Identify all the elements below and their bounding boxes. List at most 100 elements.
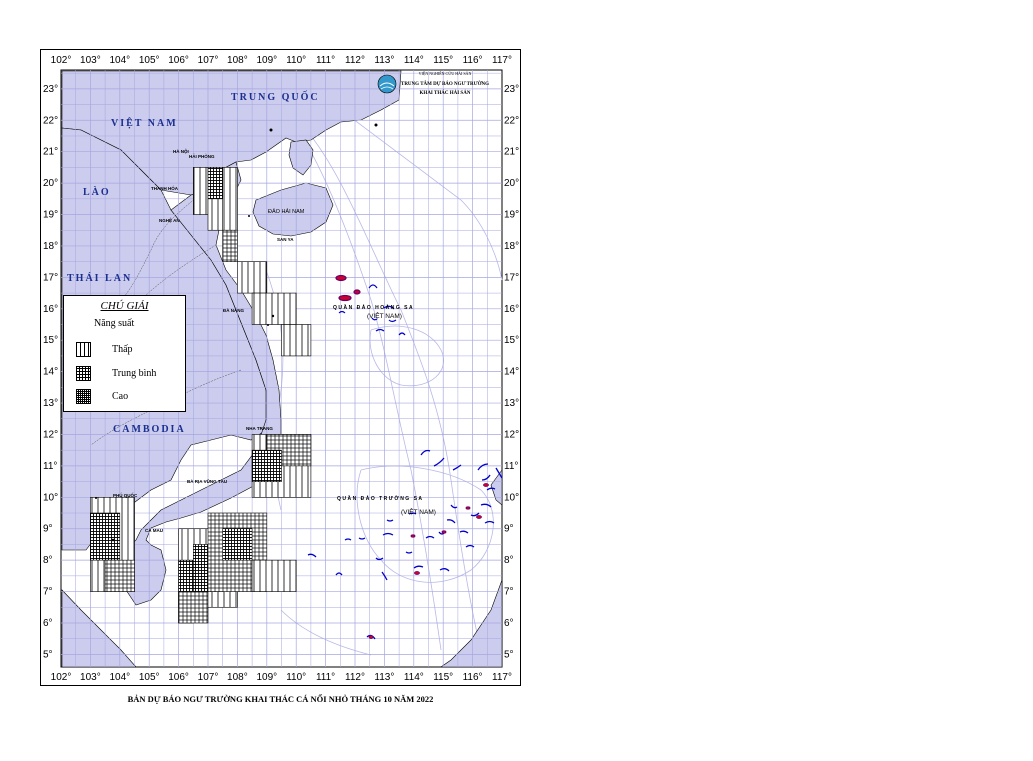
- label-hoangsa-sub: (VIỆT NAM): [367, 311, 402, 320]
- lon-tick-bottom: 112°: [345, 672, 365, 683]
- lon-tick-bottom: 116°: [463, 672, 483, 683]
- label-nhatrang: NHA TRANG: [246, 426, 273, 431]
- high-productivity-swatch: [76, 389, 91, 404]
- lat-tick-left: 20°: [43, 178, 58, 189]
- org-line3: KHAI THÁC HẢI SẢN: [420, 90, 471, 96]
- label-nghean: NGHỆ AN: [159, 216, 180, 223]
- legend-item-high: Cao: [76, 389, 186, 405]
- lat-tick-left: 15°: [43, 335, 58, 346]
- label-thailand: THÁI LAN: [67, 272, 132, 284]
- label-danang: ĐÀ NẴNG: [223, 307, 244, 313]
- lat-tick-left: 21°: [43, 147, 58, 158]
- medium-productivity-swatch: [76, 366, 91, 381]
- legend-label-high: Cao: [112, 391, 129, 402]
- lat-tick-right: 5°: [504, 649, 514, 660]
- lat-tick-left: 11°: [43, 461, 57, 472]
- lat-tick-right: 23°: [504, 84, 519, 95]
- label-laos: LÀO: [83, 186, 111, 198]
- lon-tick-bottom: 106°: [168, 672, 189, 683]
- forecast-zone-high: [90, 512, 121, 561]
- label-thanhhoa: THANH HÓA: [151, 184, 179, 191]
- lon-tick-top: 114°: [404, 55, 424, 66]
- lat-tick-right: 20°: [504, 178, 519, 189]
- lon-tick-top: 106°: [168, 55, 189, 66]
- lat-tick-left: 9°: [43, 524, 53, 535]
- lon-tick-bottom: 104°: [109, 672, 130, 683]
- org-line2: TRUNG TÂM DỰ BÁO NGƯ TRƯỜNG: [401, 81, 489, 87]
- lon-tick-top: 116°: [463, 55, 483, 66]
- label-camau: CÀ MAU: [145, 527, 163, 533]
- label-truongsa-sub: (VIỆT NAM): [401, 507, 436, 516]
- lat-tick-left: 5°: [43, 649, 53, 660]
- lat-tick-left: 17°: [43, 272, 58, 283]
- lat-tick-left: 6°: [43, 618, 53, 629]
- lat-tick-left: 8°: [43, 555, 53, 566]
- lat-tick-right: 9°: [504, 524, 514, 535]
- label-bariavungtau: BÀ RỊA VŨNG TÀU: [187, 478, 227, 484]
- lon-tick-top: 108°: [227, 55, 248, 66]
- lon-tick-top: 102°: [51, 55, 72, 66]
- lon-tick-bottom: 113°: [374, 672, 394, 683]
- lon-tick-bottom: 115°: [433, 672, 453, 683]
- lat-tick-left: 7°: [43, 587, 53, 598]
- lat-tick-right: 16°: [504, 304, 519, 315]
- lat-tick-left: 23°: [43, 84, 58, 95]
- label-hanoi: HÀ NỘI: [173, 147, 189, 154]
- lon-tick-bottom: 107°: [198, 672, 219, 683]
- lat-tick-right: 21°: [504, 147, 519, 158]
- lon-tick-top: 103°: [80, 55, 101, 66]
- lat-tick-right: 17°: [504, 272, 519, 283]
- lon-tick-top: 109°: [256, 55, 277, 66]
- lon-tick-bottom: 110°: [286, 672, 306, 683]
- legend-subtitle: Năng suất: [94, 318, 135, 329]
- forecast-zone-low: [222, 167, 238, 231]
- lat-tick-right: 11°: [504, 461, 518, 472]
- label-truongsa: QUẦN ĐẢO TRƯỜNG SA: [337, 494, 424, 502]
- lat-tick-left: 14°: [43, 367, 58, 378]
- forecast-zone-low: [193, 167, 209, 215]
- lon-tick-top: 110°: [286, 55, 306, 66]
- legend-item-low: Thấp: [76, 342, 186, 358]
- lat-tick-left: 10°: [43, 492, 58, 503]
- legend-item-medium: Trung bình: [76, 366, 186, 382]
- low-productivity-swatch: [76, 342, 91, 357]
- org-line1: VIỆN NGHIÊN CỨU HẢI SẢN: [419, 71, 472, 76]
- lat-tick-right: 18°: [504, 241, 519, 252]
- lat-tick-left: 19°: [43, 210, 58, 221]
- map-caption: BẢN DỰ BÁO NGƯ TRƯỜNG KHAI THÁC CÁ NỔI N…: [127, 694, 434, 704]
- lon-tick-top: 112°: [345, 55, 365, 66]
- legend-label-low: Thấp: [112, 344, 133, 355]
- forecast-zone-high: [207, 167, 223, 200]
- lat-tick-right: 14°: [504, 367, 519, 378]
- legend-title: CHÚ GIẢI: [100, 300, 149, 312]
- forecast-zone-low: [237, 261, 268, 294]
- lon-tick-top: 117°: [492, 55, 512, 66]
- lon-tick-bottom: 105°: [139, 672, 160, 683]
- label-phuquoc: PHÚ QUỐC: [113, 492, 138, 498]
- label-china: TRUNG QUỐC: [231, 90, 320, 103]
- organization-logo: [377, 74, 397, 94]
- forecast-zone-low: [251, 292, 297, 325]
- lon-tick-bottom: 109°: [256, 672, 277, 683]
- lon-tick-bottom: 117°: [492, 672, 512, 683]
- forecast-zone-med: [104, 559, 135, 592]
- lon-tick-bottom: 111°: [316, 672, 335, 683]
- forecast-zone-med: [222, 229, 238, 262]
- lon-tick-top: 107°: [198, 55, 219, 66]
- legend-label-medium: Trung bình: [112, 368, 157, 379]
- label-hoangsa: QUẦN ĐẢO HOÀNG SA: [333, 304, 414, 311]
- lon-tick-bottom: 114°: [404, 672, 424, 683]
- lat-tick-right: 12°: [504, 429, 519, 440]
- lat-tick-left: 16°: [43, 304, 58, 315]
- lat-tick-right: 6°: [504, 618, 514, 629]
- lat-tick-left: 22°: [43, 115, 58, 126]
- legend-box: CHÚ GIẢI Năng suất Thấp Trung bình Cao: [63, 295, 186, 412]
- lon-tick-bottom: 103°: [80, 672, 101, 683]
- forecast-zone-med: [178, 591, 209, 624]
- lat-tick-left: 18°: [43, 241, 58, 252]
- lat-tick-left: 12°: [43, 429, 58, 440]
- lat-tick-right: 10°: [504, 492, 519, 503]
- forecast-zone-low: [251, 559, 297, 592]
- lat-tick-right: 15°: [504, 335, 519, 346]
- lat-tick-right: 7°: [504, 587, 514, 598]
